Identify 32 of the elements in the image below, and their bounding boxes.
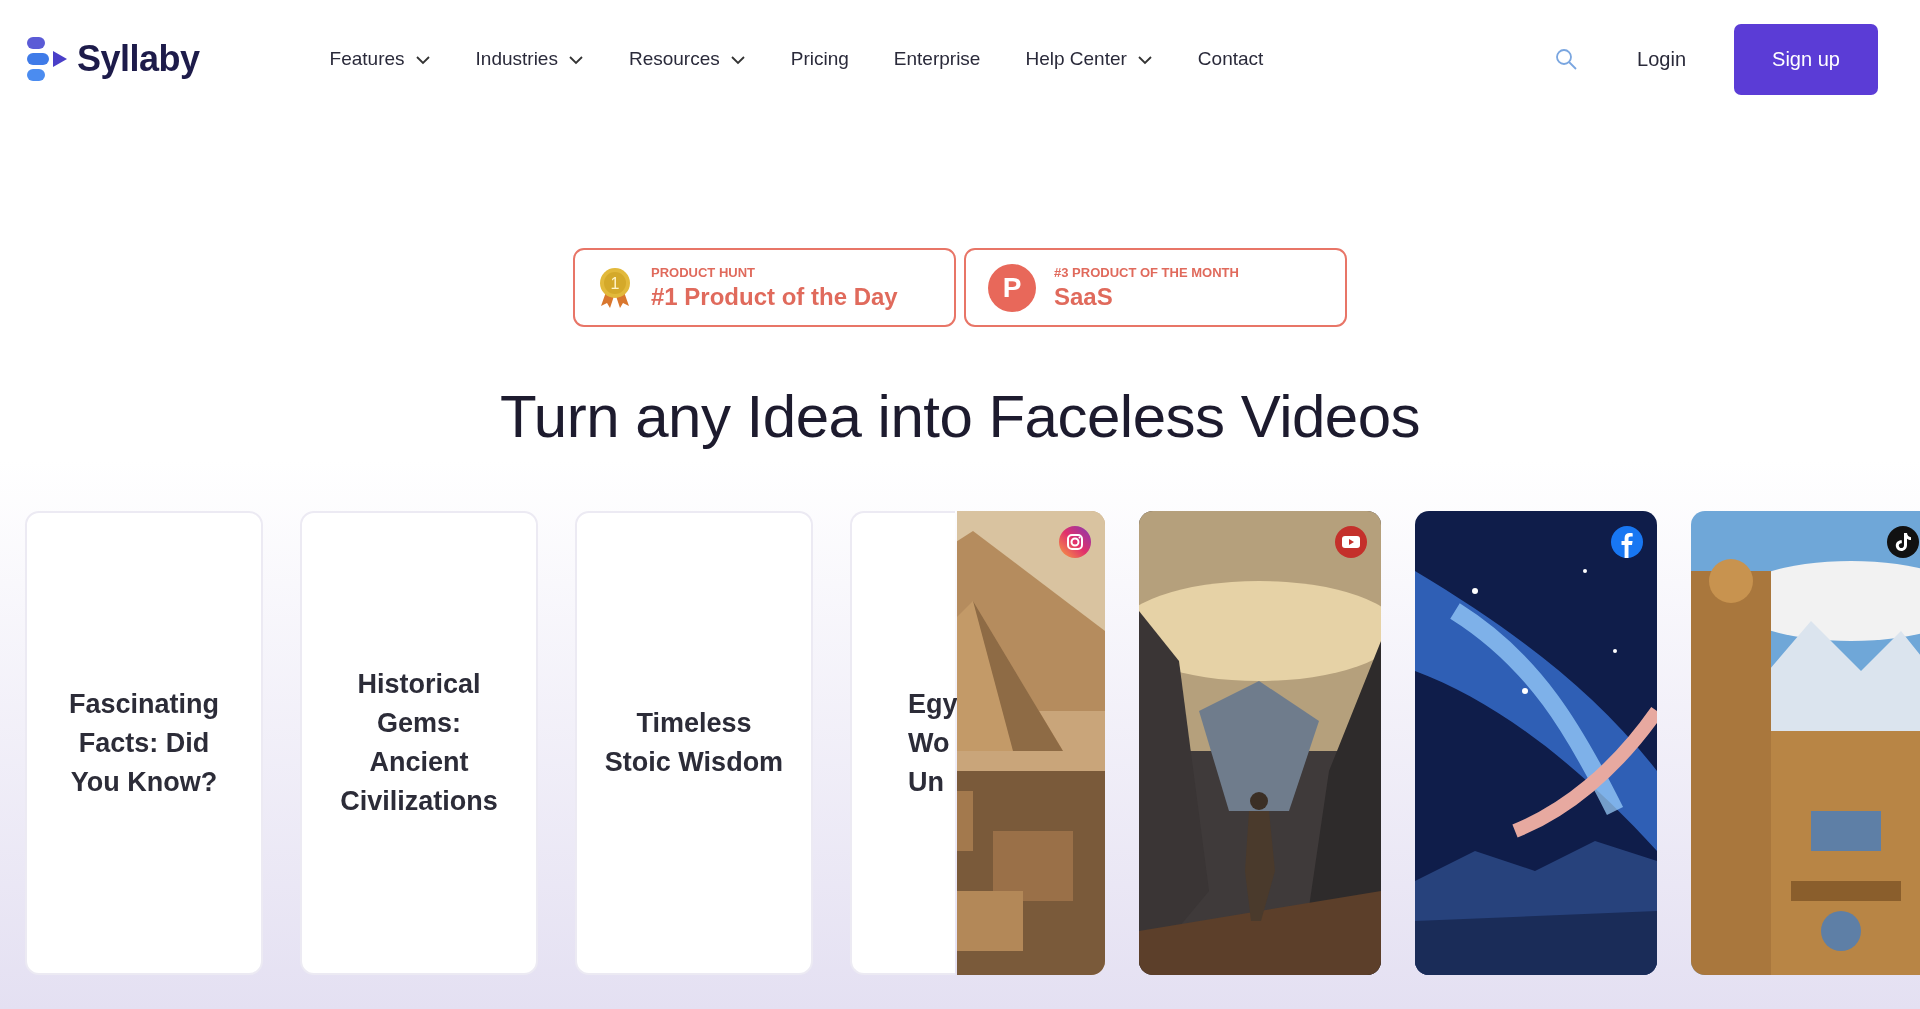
nav-link[interactable]: Help Center [1025,48,1153,70]
search-button[interactable] [1555,48,1578,70]
nav-link[interactable]: Features [329,48,431,70]
nav-link[interactable]: Contact [1197,48,1264,70]
topic-title: Egy Wo Un [908,687,958,799]
nav-link[interactable]: Pricing [790,48,849,70]
logo-icon [27,37,67,81]
logo[interactable]: Syllaby [27,37,200,81]
topic-title: Timeless Stoic Wisdom [604,707,784,779]
login-link[interactable]: Login [1637,47,1686,71]
tiktok-icon [1887,526,1919,558]
nav-link[interactable]: Industries [475,48,584,70]
product-hunt-icon: P [988,263,1036,312]
search-icon [1555,48,1578,70]
topic-card[interactable]: Egy Wo Un [850,511,955,975]
logo-text: Syllaby [77,38,200,80]
sign-up-button[interactable]: Sign up [1734,23,1878,95]
youtube-icon [1335,526,1367,558]
instagram-icon [1059,526,1091,558]
badge-title: #1 Product of the Day [651,282,898,311]
topic-title: Fascinating Facts: Did You Know? [69,687,219,799]
badge-label: #3 PRODUCT OF THE MONTH [1054,264,1239,280]
nav-link[interactable]: Resources [628,48,746,70]
topic-card[interactable]: Historical Gems: Ancient Civilizations [300,511,538,975]
facebook-icon [1611,526,1643,558]
badge-label: PRODUCT HUNT [651,264,756,280]
topic-card[interactable]: Fascinating Facts: Did You Know? [25,511,263,975]
badge-title: SaaS [1054,282,1114,311]
nav-link[interactable]: Enterprise [893,48,981,70]
topic-title: Historical Gems: Ancient Civilizations [340,668,498,818]
headline: Turn any Idea into Faceless Videos [499,382,1421,451]
topic-card[interactable]: Timeless Stoic Wisdom [575,511,813,975]
